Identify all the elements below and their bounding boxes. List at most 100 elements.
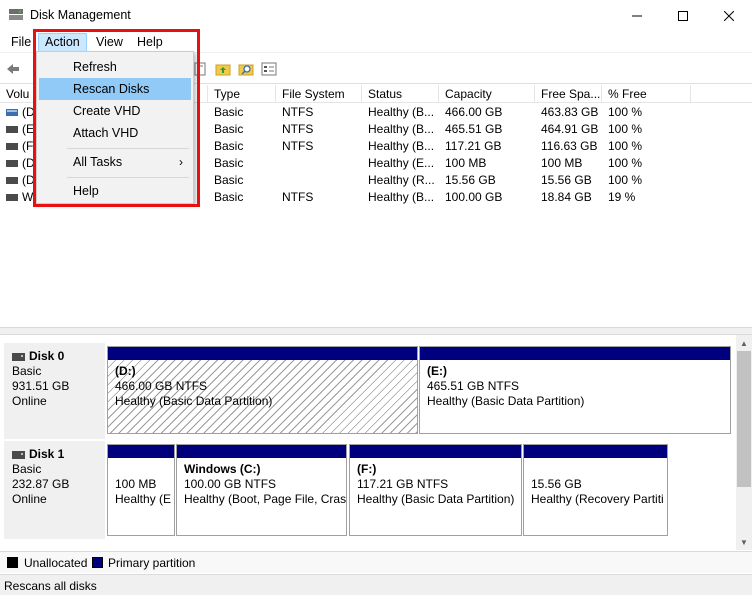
cell-fs: NTFS xyxy=(282,139,314,153)
cell-status: Healthy (B... xyxy=(368,122,435,136)
chevron-right-icon: › xyxy=(179,155,183,169)
partition-efi[interactable]: 100 MB Healthy (E xyxy=(107,444,175,536)
partition-status: Healthy (Basic Data Partition) xyxy=(427,394,585,408)
properties-icon[interactable] xyxy=(192,61,208,77)
cell-type: Basic xyxy=(214,156,244,170)
menu-item-help[interactable]: Help xyxy=(39,180,191,202)
cell-capacity: 15.56 GB xyxy=(445,173,496,187)
cell-pct: 100 % xyxy=(608,139,643,153)
cell-free: 15.56 GB xyxy=(541,173,592,187)
close-button[interactable] xyxy=(706,0,752,32)
menu-item-create-vhd[interactable]: Create VHD xyxy=(39,100,191,122)
col-percent-free[interactable]: % Free xyxy=(602,85,691,103)
menu-item-refresh[interactable]: Refresh xyxy=(39,56,191,78)
pane-splitter[interactable] xyxy=(0,327,752,335)
partition-bar xyxy=(108,445,174,458)
partition-status: Healthy (Recovery Partiti xyxy=(531,492,664,506)
cell-free: 463.83 GB xyxy=(541,105,599,119)
menu-help[interactable]: Help xyxy=(131,33,169,52)
partition-size: 100 MB xyxy=(115,477,157,491)
cell-capacity: 466.00 GB xyxy=(445,105,503,119)
cell-capacity: 117.21 GB xyxy=(445,139,502,153)
col-file-system[interactable]: File System xyxy=(276,85,362,103)
cell-fs: NTFS xyxy=(282,190,314,204)
col-capacity[interactable]: Capacity xyxy=(439,85,535,103)
partition-size: 100.00 GB NTFS xyxy=(184,477,277,491)
partition-size: 466.00 GB NTFS xyxy=(115,379,208,393)
partition-name: (E:) xyxy=(427,364,447,378)
menu-file[interactable]: File xyxy=(5,33,37,52)
partition-status: Healthy (Basic Data Partition) xyxy=(357,492,515,506)
cell-type: Basic xyxy=(214,105,244,119)
disk-management-icon xyxy=(9,9,23,20)
partition-body: (E:) 465.51 GB NTFS Healthy (Basic Data … xyxy=(420,360,730,433)
partition-bar xyxy=(524,445,667,458)
col-free-space[interactable]: Free Spa... xyxy=(535,85,602,103)
status-text: Rescans all disks xyxy=(4,579,97,593)
disk-icon xyxy=(12,352,25,361)
cell-status: Healthy (E... xyxy=(368,156,435,170)
scroll-up-icon[interactable]: ▲ xyxy=(736,335,752,351)
back-arrow-icon[interactable] xyxy=(5,61,21,77)
partition-d[interactable]: (D:) 466.00 GB NTFS Healthy (Basic Data … xyxy=(107,346,418,434)
menu-item-rescan-disks[interactable]: Rescan Disks xyxy=(39,78,191,100)
col-status[interactable]: Status xyxy=(362,85,439,103)
partition-name: (D:) xyxy=(115,364,136,378)
folder-search-icon[interactable] xyxy=(238,61,254,77)
menu-item-attach-vhd[interactable]: Attach VHD xyxy=(39,122,191,144)
disk-type: Basic xyxy=(12,462,42,476)
col-type[interactable]: Type xyxy=(208,85,276,103)
cell-type: Basic xyxy=(214,139,244,153)
maximize-button[interactable] xyxy=(660,0,706,32)
disk-1-label[interactable]: Disk 1 Basic 232.87 GB Online xyxy=(4,441,105,539)
cell-free: 100 MB xyxy=(541,156,583,170)
disk-0-name-row: Disk 0 xyxy=(12,349,97,364)
maximize-icon xyxy=(678,11,688,21)
menu-item-all-tasks[interactable]: All Tasks › xyxy=(39,151,191,173)
cell-fs: NTFS xyxy=(282,122,314,136)
partition-body: 15.56 GB Healthy (Recovery Partiti xyxy=(524,458,667,535)
status-bar: Rescans all disks xyxy=(0,574,752,595)
scrollbar-thumb[interactable] xyxy=(737,351,751,487)
cell-type: Basic xyxy=(214,122,244,136)
disk-state: Online xyxy=(12,394,47,408)
disk-state: Online xyxy=(12,492,47,506)
disk-size: 931.51 GB xyxy=(12,379,70,393)
cell-pct: 100 % xyxy=(608,122,643,136)
cell-type: Basic xyxy=(214,173,244,187)
menu-bar: File Action View Help xyxy=(0,32,752,52)
close-icon xyxy=(724,11,734,21)
cell-fs xyxy=(276,172,362,189)
disk-type: Basic xyxy=(12,364,42,378)
partition-size: 117.21 GB NTFS xyxy=(357,477,449,491)
partition-size: 15.56 GB xyxy=(531,477,582,491)
disk-0-label[interactable]: Disk 0 Basic 931.51 GB Online xyxy=(4,343,105,439)
partition-name: (F:) xyxy=(357,462,377,476)
menu-action[interactable]: Action xyxy=(38,33,87,52)
window-title: Disk Management xyxy=(30,8,131,22)
partition-c[interactable]: Windows (C:) 100.00 GB NTFS Healthy (Boo… xyxy=(176,444,347,536)
menu-item-all-tasks-label: All Tasks xyxy=(73,155,123,169)
disk-name: Disk 1 xyxy=(29,447,65,461)
minimize-button[interactable] xyxy=(614,0,660,32)
partition-e[interactable]: (E:) 465.51 GB NTFS Healthy (Basic Data … xyxy=(419,346,731,434)
scroll-down-icon[interactable]: ▼ xyxy=(736,534,752,550)
legend: Unallocated Primary partition xyxy=(0,551,752,573)
partition-f[interactable]: (F:) 117.21 GB NTFS Healthy (Basic Data … xyxy=(349,444,522,536)
cell-status: Healthy (B... xyxy=(368,190,435,204)
cell-capacity: 100.00 GB xyxy=(445,190,503,204)
partition-bar xyxy=(420,347,730,360)
partition-status: Healthy (E xyxy=(115,492,172,506)
menu-view[interactable]: View xyxy=(90,33,129,52)
folder-up-icon[interactable] xyxy=(215,61,231,77)
cell-capacity: 465.51 GB xyxy=(445,122,503,136)
cell-type: Basic xyxy=(214,190,244,204)
cell-status: Healthy (R... xyxy=(368,173,435,187)
partition-bar xyxy=(350,445,521,458)
disk-name: Disk 0 xyxy=(29,349,65,363)
cell-free: 116.63 GB xyxy=(541,139,598,153)
partition-recovery[interactable]: 15.56 GB Healthy (Recovery Partiti xyxy=(523,444,668,536)
disk-view-scrollbar[interactable]: ▲ ▼ xyxy=(736,335,752,550)
partition-body: (D:) 466.00 GB NTFS Healthy (Basic Data … xyxy=(108,360,417,433)
console-view-icon[interactable] xyxy=(261,61,277,77)
